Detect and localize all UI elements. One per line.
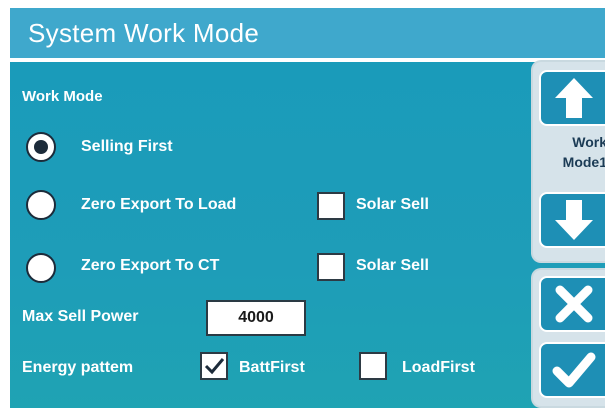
load-first-label: LoadFirst: [402, 359, 475, 376]
page-label-line1: Work: [572, 134, 605, 150]
arrow-up-icon: [555, 78, 593, 118]
page-nav-group: Work Mode1: [531, 60, 605, 263]
checkmark-icon: [204, 358, 225, 375]
title-bar: System Work Mode: [10, 8, 605, 58]
checkbox-solar-sell-load[interactable]: [317, 192, 345, 220]
checkbox-solar-sell-ct[interactable]: [317, 253, 345, 281]
energy-pattern-label: Energy pattem: [22, 359, 134, 376]
page-down-button[interactable]: [539, 192, 605, 248]
mode-label-zero-export-to-ct: Zero Export To CT: [81, 257, 220, 274]
action-group: [531, 268, 605, 408]
page-label-line2: Mode1: [562, 154, 605, 170]
page-title: System Work Mode: [28, 17, 260, 48]
mode-label-zero-export-to-load: Zero Export To Load: [81, 196, 237, 213]
batt-first-label: BattFirst: [239, 359, 305, 376]
mode-label-selling-first: Selling First: [81, 138, 173, 155]
radio-selected-dot: [34, 140, 48, 154]
checkbox-load-first[interactable]: [359, 352, 387, 380]
work-mode-heading: Work Mode: [22, 88, 103, 105]
settings-panel: Work Mode Selling First Zero Export To L…: [10, 62, 605, 408]
confirm-button[interactable]: [539, 342, 605, 398]
page-up-button[interactable]: [539, 70, 605, 126]
radio-selling-first[interactable]: [26, 132, 56, 162]
radio-zero-export-to-ct[interactable]: [26, 253, 56, 283]
screen: System Work Mode Work Mode Selling First…: [0, 0, 605, 408]
arrow-down-icon: [555, 200, 593, 240]
max-sell-power-input[interactable]: 4000: [206, 300, 306, 336]
solar-sell-label-ct: Solar Sell: [356, 257, 429, 274]
cancel-button[interactable]: [539, 276, 605, 332]
checkbox-batt-first[interactable]: [200, 352, 228, 380]
solar-sell-label-load: Solar Sell: [356, 196, 429, 213]
radio-zero-export-to-load[interactable]: [26, 190, 56, 220]
check-icon: [552, 352, 596, 388]
max-sell-power-label: Max Sell Power: [22, 308, 139, 325]
close-icon: [555, 285, 593, 323]
